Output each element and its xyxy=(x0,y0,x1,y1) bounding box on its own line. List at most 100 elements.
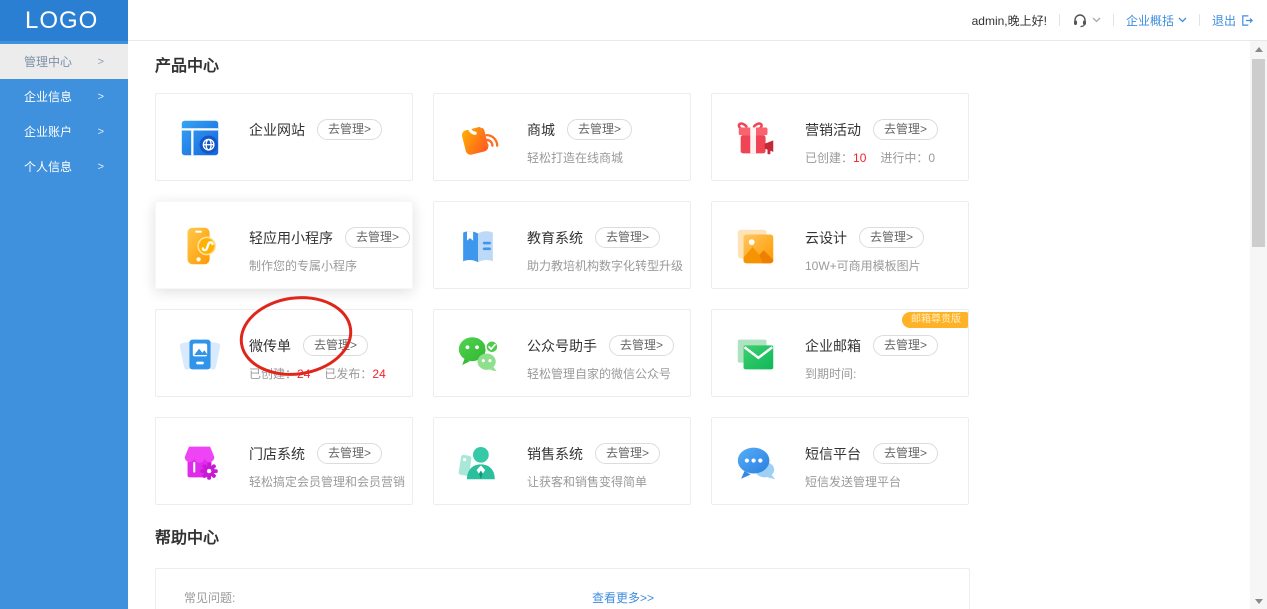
logout-label: 退出 xyxy=(1212,12,1236,29)
cloud-design-image-icon xyxy=(733,223,779,269)
stat-value: 10 xyxy=(853,151,866,165)
manage-button[interactable]: 去管理> xyxy=(595,227,660,248)
chevron-right-icon: > xyxy=(98,91,104,103)
stat-label: 已发布： xyxy=(324,367,372,381)
scroll-up-icon[interactable] xyxy=(1250,41,1267,57)
card-stats: 已创建：10 进行中：0 xyxy=(805,149,938,166)
sidebar-item-enterprise-info[interactable]: 企业信息 > xyxy=(0,79,128,114)
faq-label: 常见问题: xyxy=(184,589,235,606)
mall-icon xyxy=(455,115,501,161)
app-root: LOGO 管理中心 > 企业信息 > 企业账户 > 个人信息 > admin,晚… xyxy=(0,0,1267,609)
website-icon xyxy=(177,115,223,161)
card-title: 微传单 xyxy=(249,336,291,356)
chevron-down-icon xyxy=(1092,17,1101,23)
logout-icon xyxy=(1240,14,1253,27)
stat-value: 24 xyxy=(372,367,385,381)
sidebar-item-management-center[interactable]: 管理中心 > xyxy=(0,44,128,79)
sidebar-item-label: 个人信息 xyxy=(24,158,72,175)
wechat-official-icon xyxy=(455,331,501,377)
stat-value: 24 xyxy=(297,367,310,381)
card-desc: 让获客和销售变得简单 xyxy=(527,473,660,490)
product-card-website[interactable]: 企业网站 去管理> xyxy=(155,93,413,181)
card-title: 商城 xyxy=(527,120,555,140)
stat-label: 已创建： xyxy=(805,151,853,165)
product-card-marketing[interactable]: 营销活动 去管理> 已创建：10 进行中：0 xyxy=(711,93,969,181)
sidebar-item-label: 管理中心 xyxy=(24,53,72,70)
product-grid: 企业网站 去管理> xyxy=(155,93,970,505)
sms-bubble-icon xyxy=(733,439,779,485)
manage-button[interactable]: 去管理> xyxy=(317,119,382,140)
manage-button[interactable]: 去管理> xyxy=(873,119,938,140)
headset-icon xyxy=(1072,12,1088,28)
view-more-link[interactable]: 查看更多>> xyxy=(592,589,654,606)
manage-button[interactable]: 去管理> xyxy=(345,227,410,248)
chevron-right-icon: > xyxy=(98,161,104,173)
manage-button[interactable]: 去管理> xyxy=(873,335,938,356)
product-card-education[interactable]: 教育系统 去管理> 助力教培机构数字化转型升级 xyxy=(433,201,691,289)
product-card-cloud-design[interactable]: 云设计 去管理> 10W+可商用模板图片 xyxy=(711,201,969,289)
product-card-mail[interactable]: 邮箱尊贵版 企业邮箱 去管理> 到期时间: xyxy=(711,309,969,397)
help-center-title: 帮助中心 xyxy=(155,528,1267,550)
card-title: 企业网站 xyxy=(249,120,305,140)
card-desc: 轻松搞定会员管理和会员营销 xyxy=(249,473,405,490)
sidebar-item-personal-info[interactable]: 个人信息 > xyxy=(0,149,128,184)
card-title: 公众号助手 xyxy=(527,336,597,356)
product-card-flyer[interactable]: 微传单 去管理> 已创建：24已发布：24 xyxy=(155,309,413,397)
user-greeting: admin,晚上好! xyxy=(972,12,1047,29)
card-desc: 轻松打造在线商城 xyxy=(527,149,632,166)
divider xyxy=(1113,14,1114,26)
scrollbar-thumb[interactable] xyxy=(1252,59,1265,247)
manage-button[interactable]: 去管理> xyxy=(303,335,368,356)
product-card-mall[interactable]: 商城 去管理> 轻松打造在线商城 xyxy=(433,93,691,181)
product-center-title: 产品中心 xyxy=(155,56,1267,78)
manage-button[interactable]: 去管理> xyxy=(567,119,632,140)
divider xyxy=(1059,14,1060,26)
topbar: admin,晚上好! 企业概括 退出 xyxy=(128,0,1267,41)
vertical-scrollbar[interactable] xyxy=(1250,41,1267,609)
product-card-miniprogram[interactable]: 轻应用小程序 去管理> 制作您的专属小程序 xyxy=(155,201,413,289)
education-book-icon xyxy=(455,223,501,269)
mail-premium-badge: 邮箱尊贵版 xyxy=(902,312,968,328)
card-title: 教育系统 xyxy=(527,228,583,248)
mail-envelope-icon xyxy=(733,331,779,377)
chevron-right-icon: > xyxy=(98,126,104,138)
gift-icon xyxy=(733,115,779,161)
manage-button[interactable]: 去管理> xyxy=(859,227,924,248)
stat-value: 0 xyxy=(928,151,935,165)
product-card-wechat-official[interactable]: 公众号助手 去管理> 轻松管理自家的微信公众号 xyxy=(433,309,691,397)
chevron-down-icon xyxy=(1178,17,1187,23)
card-desc: 助力教培机构数字化转型升级 xyxy=(527,257,683,274)
main-content: 产品中心 xyxy=(128,41,1267,609)
store-icon xyxy=(177,439,223,485)
card-desc: 制作您的专属小程序 xyxy=(249,257,410,274)
sidebar-item-enterprise-account[interactable]: 企业账户 > xyxy=(0,114,128,149)
scroll-down-icon[interactable] xyxy=(1250,593,1267,609)
logout-button[interactable]: 退出 xyxy=(1212,12,1253,29)
enterprise-overview-label: 企业概括 xyxy=(1126,12,1174,29)
chevron-right-icon: > xyxy=(98,56,104,68)
card-title: 门店系统 xyxy=(249,444,305,464)
sidebar-item-label: 企业信息 xyxy=(24,88,72,105)
manage-button[interactable]: 去管理> xyxy=(595,443,660,464)
product-card-sms[interactable]: 短信平台 去管理> 短信发送管理平台 xyxy=(711,417,969,505)
divider xyxy=(1199,14,1200,26)
card-desc: 10W+可商用模板图片 xyxy=(805,257,924,274)
product-card-sales[interactable]: 销售系统 去管理> 让获客和销售变得简单 xyxy=(433,417,691,505)
manage-button[interactable]: 去管理> xyxy=(873,443,938,464)
sidebar-item-label: 企业账户 xyxy=(24,123,72,140)
enterprise-overview-menu[interactable]: 企业概括 xyxy=(1126,12,1187,29)
product-card-store[interactable]: 门店系统 去管理> 轻松搞定会员管理和会员营销 xyxy=(155,417,413,505)
manage-button[interactable]: 去管理> xyxy=(609,335,674,356)
card-desc: 轻松管理自家的微信公众号 xyxy=(527,365,674,382)
card-stats: 已创建：24已发布：24 xyxy=(249,365,386,382)
sidebar-menu: 管理中心 > 企业信息 > 企业账户 > 个人信息 > xyxy=(0,41,128,184)
manage-button[interactable]: 去管理> xyxy=(317,443,382,464)
sales-person-icon xyxy=(455,439,501,485)
card-title: 短信平台 xyxy=(805,444,861,464)
card-title: 企业邮箱 xyxy=(805,336,861,356)
card-title: 云设计 xyxy=(805,228,847,248)
sidebar: LOGO 管理中心 > 企业信息 > 企业账户 > 个人信息 > xyxy=(0,0,128,609)
stat-label: 进行中： xyxy=(880,151,928,165)
support-menu[interactable] xyxy=(1072,12,1101,28)
card-title: 营销活动 xyxy=(805,120,861,140)
